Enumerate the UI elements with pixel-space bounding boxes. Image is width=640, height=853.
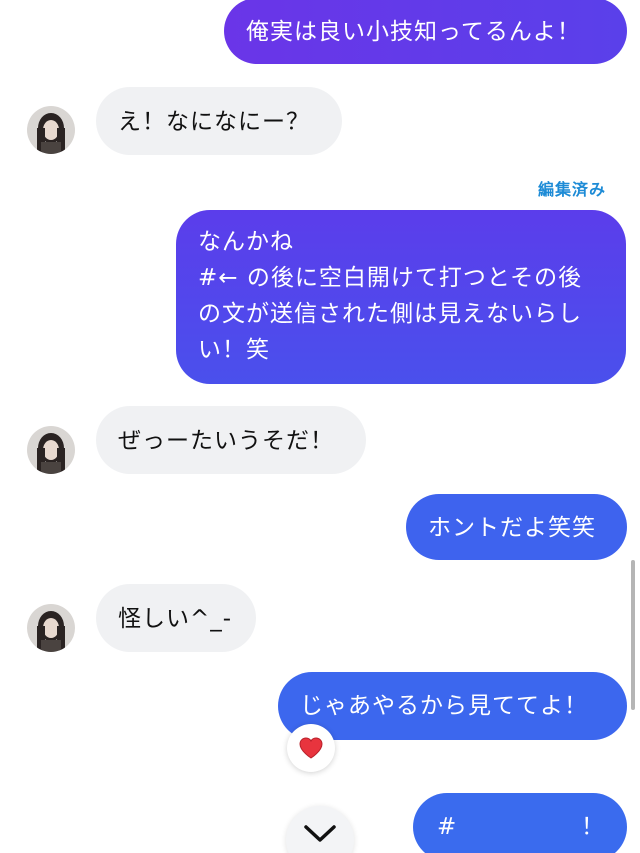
message-text: ぜっーたいうそだ！ [118,428,334,454]
incoming-message[interactable]: ぜっーたいうそだ！ [96,406,366,474]
message-hash: # [437,814,458,840]
contact-avatar[interactable] [27,426,75,474]
message-line: い！笑 [198,337,270,363]
incoming-message[interactable]: え！なになにー？ [96,87,342,155]
outgoing-message[interactable]: なんかね #← の後に空白開けて打つとその後 の文が送信された側は見えないらし … [176,210,626,384]
outgoing-message[interactable]: ホントだよ笑笑 [406,494,627,560]
message-text: 俺実は良い小技知ってるんよ！ [246,19,581,45]
scroll-to-bottom-button[interactable] [286,806,354,853]
message-text: ホントだよ笑笑 [428,515,596,541]
message-exclamation: ！ [581,814,605,840]
message-line: の文が送信された側は見えないらし [198,301,582,327]
message-line: #← の後に空白開けて打つとその後 [198,265,583,291]
reaction-badge[interactable] [287,724,335,772]
contact-avatar[interactable] [27,604,75,652]
message-line: なんかね [198,229,294,255]
chat-thread: 俺実は良い小技知ってるんよ！ え！なになにー？ 編集済み なんかね #← の後に… [0,0,640,853]
scrollbar[interactable] [631,560,635,710]
message-text: え！なになにー？ [118,109,310,135]
outgoing-message[interactable]: 俺実は良い小技知ってるんよ！ [224,0,627,64]
chevron-down-icon [304,825,336,842]
edited-label: 編集済み [537,180,606,199]
outgoing-message[interactable]: じゃあやるから見ててよ！ [278,672,627,740]
heart-icon [299,737,323,759]
outgoing-message[interactable]: # ！ [413,793,627,853]
message-text: じゃあやるから見ててよ！ [300,693,588,719]
incoming-message[interactable]: 怪しい^_- [96,584,256,652]
message-text: 怪しい^_- [118,606,233,632]
contact-avatar[interactable] [27,106,75,154]
